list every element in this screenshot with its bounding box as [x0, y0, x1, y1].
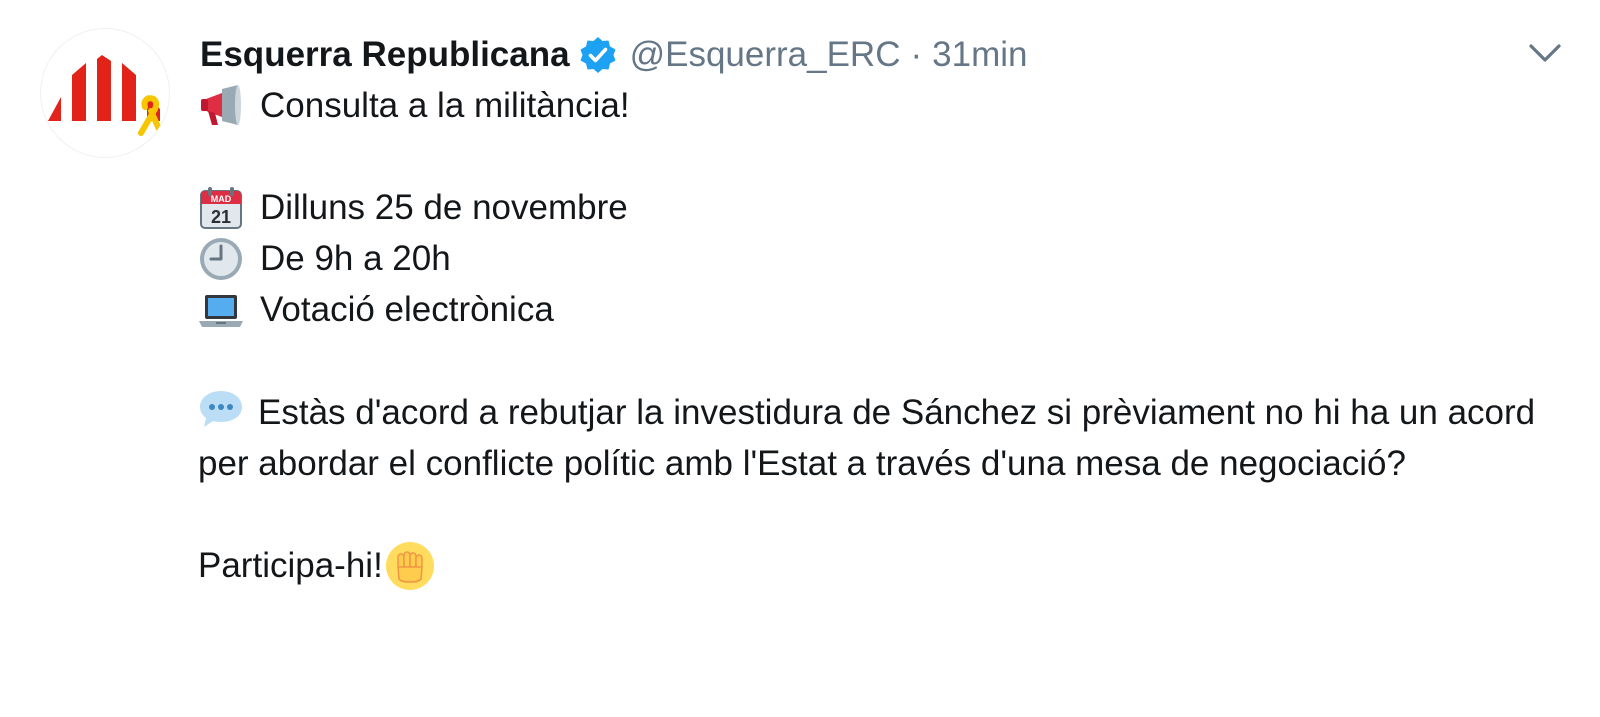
headline-text: Consulta a la militància! — [260, 86, 630, 125]
display-name[interactable]: Esquerra Republicana — [200, 35, 570, 75]
avatar[interactable] — [40, 28, 170, 158]
tweet-line-question: Estàs d'acord a rebutjar la investidura … — [198, 386, 1568, 489]
chevron-down-icon[interactable] — [1528, 40, 1562, 66]
call-to-action-text: Participa-hi! — [198, 546, 383, 585]
tweet-line-voting: Votació electrònica — [198, 284, 1568, 335]
tweet-line-call-to-action: Participa-hi! — [198, 540, 1568, 591]
speech-bubble-icon — [200, 391, 242, 427]
raised-fist-icon — [385, 542, 434, 590]
separator-dot: · — [910, 35, 923, 74]
voting-text: Votació electrònica — [260, 290, 554, 329]
tweet-card: Esquerra Republicana @Esquerra_ERC · 31m… — [0, 0, 1600, 717]
tweet-text: Consulta a la militància! MAD 21 Dilluns… — [198, 80, 1568, 591]
question-text: Estàs d'acord a rebutjar la investidura … — [198, 393, 1536, 483]
calendar-day-label: 21 — [211, 207, 231, 227]
megaphone-icon — [201, 84, 241, 125]
date-text: Dilluns 25 de novembre — [260, 188, 628, 227]
clock-icon — [200, 237, 242, 280]
hours-text: De 9h a 20h — [260, 239, 451, 278]
verified-badge-icon — [580, 37, 616, 73]
user-handle[interactable]: @Esquerra_ERC — [630, 35, 901, 75]
timestamp[interactable]: 31min — [932, 35, 1027, 75]
calendar-month-label: MAD — [211, 194, 232, 204]
calendar-icon: MAD 21 — [200, 186, 242, 229]
erc-logo-icon — [48, 55, 162, 136]
tweet-line-hours: De 9h a 20h — [198, 233, 1568, 284]
laptop-icon — [199, 294, 243, 327]
tweet-line-headline: Consulta a la militància! — [198, 80, 1568, 131]
tweet-header: Esquerra Republicana @Esquerra_ERC · 31m… — [200, 30, 1027, 80]
tweet-line-date: MAD 21 Dilluns 25 de novembre — [198, 182, 1568, 233]
